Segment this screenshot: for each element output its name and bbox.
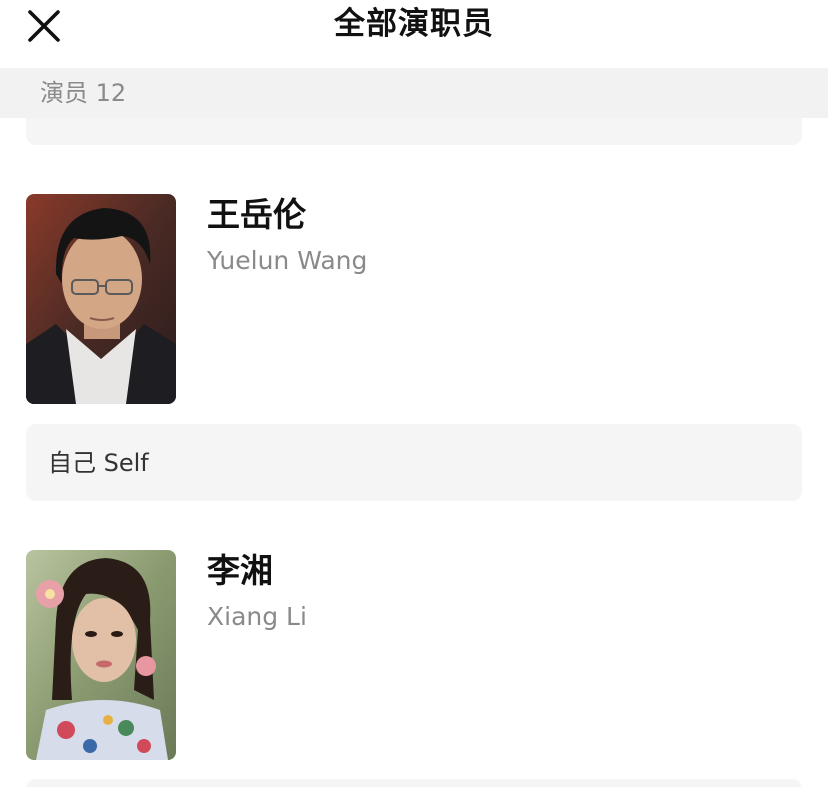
cast-item[interactable]: 李湘 Xiang Li (26, 550, 802, 760)
actor-name-en: Xiang Li (207, 602, 307, 631)
cast-list-page: 全部演职员 演员 12 王岳伦 Yuelun Wang 自己 Self 李湘 X… (0, 0, 828, 787)
section-header: 演员 12 (0, 68, 828, 118)
actor-photo[interactable] (26, 194, 176, 404)
role-box: 自己 Self (26, 424, 802, 501)
actor-name-cn[interactable]: 王岳伦 (207, 194, 306, 236)
page-title: 全部演职员 (334, 6, 494, 42)
actor-photo[interactable] (26, 550, 176, 760)
role-text: 自己 Self (48, 449, 149, 477)
cast-item[interactable]: 王岳伦 Yuelun Wang (26, 194, 802, 404)
portrait-photo (26, 194, 176, 404)
section-label: 演员 12 (40, 79, 127, 107)
actor-name-en: Yuelun Wang (207, 246, 368, 275)
portrait-photo (26, 550, 176, 760)
role-box (26, 779, 802, 787)
header: 全部演职员 (0, 0, 828, 68)
actor-name-cn[interactable]: 李湘 (207, 550, 273, 592)
